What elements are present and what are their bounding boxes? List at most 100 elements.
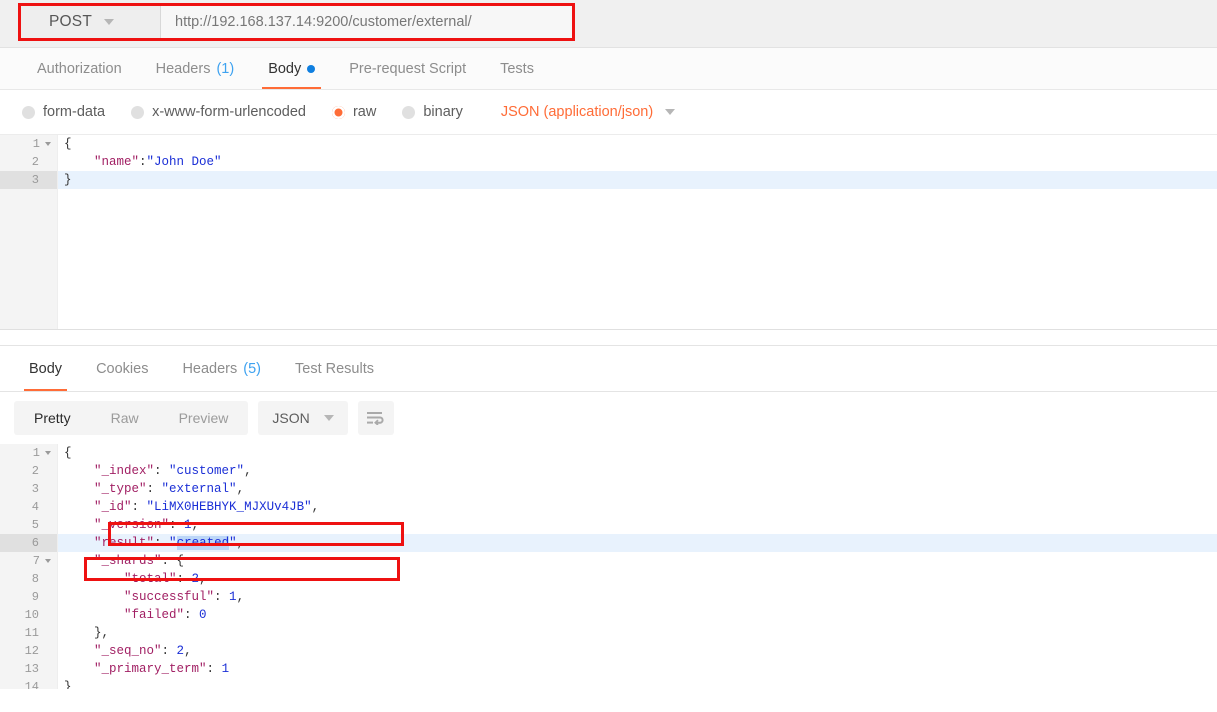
line-number: 11: [0, 624, 58, 642]
line-number: 7: [0, 552, 58, 570]
view-mode-label: Preview: [179, 410, 229, 426]
tab-body[interactable]: Body: [251, 48, 332, 89]
line-number: 14: [0, 678, 58, 689]
response-body-editor[interactable]: 1{2 "_index": "customer",3 "_type": "ext…: [0, 444, 1217, 689]
chevron-down-icon: [324, 415, 334, 421]
radio-form-data[interactable]: form-data: [22, 104, 105, 120]
line-number: 3: [0, 480, 58, 498]
code-line: 3 "_type": "external",: [0, 480, 1217, 498]
response-tabs: Body Cookies Headers (5) Test Results: [0, 346, 1217, 392]
radio-label: raw: [353, 104, 376, 120]
request-url-bar: POST http://192.168.137.14:9200/customer…: [20, 5, 573, 39]
code-text: "_version": 1,: [58, 518, 199, 532]
fold-arrow-icon[interactable]: [45, 451, 51, 455]
radio-x-www-form-urlencoded[interactable]: x-www-form-urlencoded: [131, 104, 306, 120]
content-type-select[interactable]: JSON (application/json): [501, 104, 675, 120]
tab-tests[interactable]: Tests: [483, 48, 551, 89]
line-number: 4: [0, 498, 58, 516]
line-number: 2: [0, 153, 58, 171]
fold-arrow-icon[interactable]: [45, 559, 51, 563]
code-text: "name":"John Doe": [58, 155, 222, 169]
code-line: 9 "successful": 1,: [0, 588, 1217, 606]
code-text: }: [58, 680, 72, 689]
code-text: {: [58, 137, 72, 151]
line-number: 13: [0, 660, 58, 678]
code-text: "_primary_term": 1: [58, 662, 229, 676]
code-line: 6 "result": "created",: [0, 534, 1217, 552]
line-number: 9: [0, 588, 58, 606]
chevron-down-icon: [104, 19, 114, 25]
code-line: 10 "failed": 0: [0, 606, 1217, 624]
radio-raw[interactable]: raw: [332, 104, 376, 120]
panel-separator: [0, 330, 1217, 346]
http-method-select[interactable]: POST: [21, 6, 161, 38]
radio-icon: [402, 106, 415, 119]
chevron-down-icon: [665, 109, 675, 115]
word-wrap-toggle[interactable]: [358, 401, 394, 435]
tab-label: Headers: [182, 361, 237, 377]
line-number: 3: [0, 171, 58, 189]
code-text: "successful": 1,: [58, 590, 244, 604]
tab-pre-request-script[interactable]: Pre-request Script: [332, 48, 483, 89]
response-tab-headers[interactable]: Headers (5): [165, 346, 278, 391]
code-text: "failed": 0: [58, 608, 207, 622]
content-type-label: JSON (application/json): [501, 104, 653, 120]
response-toolbar: Pretty Raw Preview JSON: [0, 392, 1217, 444]
tab-label: Tests: [500, 61, 534, 77]
http-method-label: POST: [49, 13, 92, 31]
code-line: 14}: [0, 678, 1217, 689]
fold-arrow-icon[interactable]: [45, 142, 51, 146]
tab-authorization[interactable]: Authorization: [20, 48, 139, 89]
line-number: 8: [0, 570, 58, 588]
code-text: "_index": "customer",: [58, 464, 252, 478]
line-number: 12: [0, 642, 58, 660]
body-type-row: form-data x-www-form-urlencoded raw bina…: [0, 90, 1217, 135]
modified-dot-icon: [307, 65, 315, 73]
view-mode-label: Pretty: [34, 410, 71, 426]
line-number: 2: [0, 462, 58, 480]
request-body-editor[interactable]: 1{2 "name":"John Doe"3}: [0, 135, 1217, 330]
request-url-input[interactable]: http://192.168.137.14:9200/customer/exte…: [161, 6, 572, 38]
radio-icon-selected: [332, 106, 345, 119]
tab-label: Body: [29, 361, 62, 377]
request-body-lines: 1{2 "name":"John Doe"3}: [0, 135, 1217, 189]
tab-label: Authorization: [37, 61, 122, 77]
radio-label: form-data: [43, 104, 105, 120]
code-text: "_id": "LiMX0HEBHYK_MJXUv4JB",: [58, 500, 319, 514]
view-mode-pretty[interactable]: Pretty: [14, 401, 91, 435]
request-url-bar-region: POST http://192.168.137.14:9200/customer…: [0, 0, 1217, 48]
code-text: },: [58, 626, 109, 640]
code-line: 2 "name":"John Doe": [0, 153, 1217, 171]
view-mode-label: Raw: [111, 410, 139, 426]
code-line: 3}: [0, 171, 1217, 189]
radio-label: binary: [423, 104, 463, 120]
response-format-select[interactable]: JSON: [258, 401, 347, 435]
response-tab-cookies[interactable]: Cookies: [79, 346, 165, 391]
response-format-label: JSON: [272, 410, 309, 426]
code-line: 5 "_version": 1,: [0, 516, 1217, 534]
view-mode-raw[interactable]: Raw: [91, 401, 159, 435]
code-line: 12 "_seq_no": 2,: [0, 642, 1217, 660]
tab-label: Cookies: [96, 361, 148, 377]
radio-binary[interactable]: binary: [402, 104, 463, 120]
code-text: "_seq_no": 2,: [58, 644, 192, 658]
tab-headers[interactable]: Headers (1): [139, 48, 252, 89]
code-line: 8 "total": 2,: [0, 570, 1217, 588]
tab-label: Headers: [156, 61, 211, 77]
code-text: "_type": "external",: [58, 482, 244, 496]
line-number: 1: [0, 444, 58, 462]
response-tab-body[interactable]: Body: [12, 346, 79, 391]
code-text: "total": 2,: [58, 572, 207, 586]
code-text: "result": "created",: [58, 536, 244, 550]
line-number: 10: [0, 606, 58, 624]
word-wrap-icon: [367, 411, 385, 425]
line-number: 1: [0, 135, 58, 153]
code-line: 1{: [0, 444, 1217, 462]
tab-count-badge: (5): [243, 361, 261, 377]
code-line: 13 "_primary_term": 1: [0, 660, 1217, 678]
view-mode-preview[interactable]: Preview: [159, 401, 249, 435]
tab-label: Test Results: [295, 361, 374, 377]
response-tab-test-results[interactable]: Test Results: [278, 346, 391, 391]
code-line: 1{: [0, 135, 1217, 153]
tab-count-badge: (1): [216, 61, 234, 77]
